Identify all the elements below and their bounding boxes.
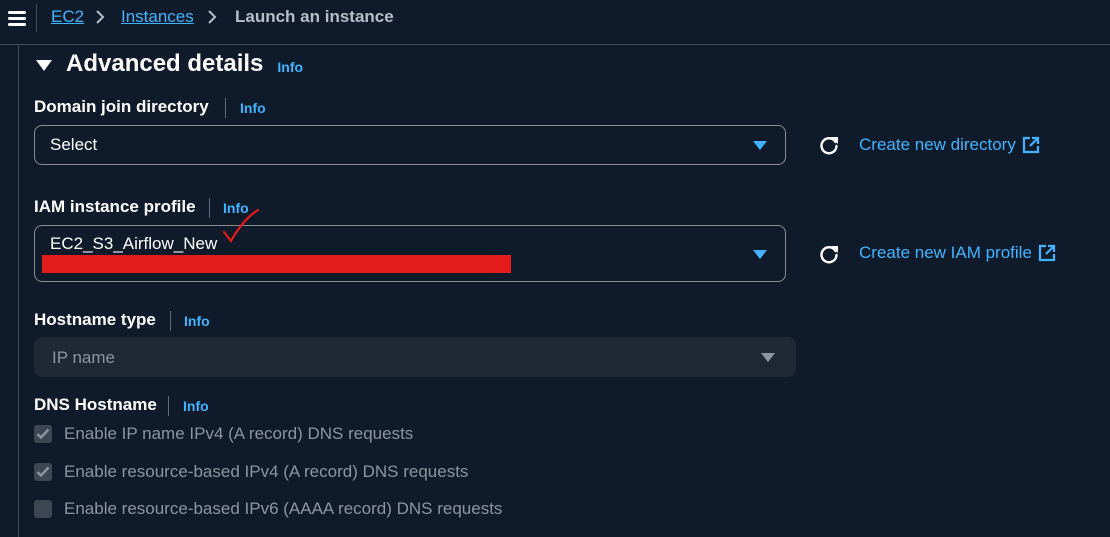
iam-profile-select[interactable]: EC2_S3_Airflow_New — [34, 225, 786, 282]
divider — [225, 98, 226, 118]
checkbox-label: Enable IP name IPv4 (A record) DNS reque… — [64, 424, 414, 443]
hostname-type-select: IP name — [34, 337, 796, 377]
check-icon — [36, 466, 50, 478]
breadcrumb-instances[interactable]: Instances — [121, 7, 194, 27]
dropdown-arrow-icon — [753, 250, 767, 259]
check-icon — [36, 428, 50, 440]
select-value: EC2_S3_Airflow_New — [50, 234, 218, 253]
checkbox — [34, 463, 52, 481]
create-directory-label: Create new directory — [859, 135, 1016, 154]
hostname-type-label: Hostname type — [34, 310, 156, 329]
dropdown-arrow-icon — [753, 141, 767, 150]
advanced-details-header: Advanced details Info — [36, 50, 303, 78]
checkbox-label: Enable resource-based IPv4 (A record) DN… — [64, 462, 469, 481]
redaction-bar — [42, 255, 511, 273]
handwritten-check-mark-icon — [222, 208, 260, 244]
refresh-icon[interactable] — [818, 134, 840, 156]
divider — [209, 198, 210, 218]
chevron-right-icon — [208, 10, 217, 24]
breadcrumb-ec2[interactable]: EC2 — [51, 7, 84, 27]
divider — [170, 311, 171, 331]
dns-hostname-label: DNS Hostname — [34, 395, 157, 414]
dns-option-ipv4-resource: Enable resource-based IPv4 (A record) DN… — [34, 462, 468, 482]
divider — [36, 4, 37, 32]
chevron-right-icon — [96, 10, 105, 24]
dns-option-ipv6-resource: Enable resource-based IPv6 (AAAA record)… — [34, 499, 502, 519]
create-iam-profile-label: Create new IAM profile — [859, 243, 1032, 262]
checkbox — [34, 425, 52, 443]
dns-hostname-info-link[interactable]: Info — [183, 398, 209, 414]
create-directory-link[interactable]: Create new directory — [859, 135, 1040, 155]
create-iam-profile-link[interactable]: Create new IAM profile — [859, 243, 1056, 263]
domain-join-info-link[interactable]: Info — [240, 100, 266, 116]
hamburger-menu-icon[interactable] — [4, 4, 30, 32]
section-border — [18, 44, 19, 537]
select-value: Select — [50, 135, 98, 154]
iam-profile-label: IAM instance profile — [34, 197, 196, 216]
refresh-icon[interactable] — [818, 243, 840, 265]
domain-join-select[interactable]: Select — [34, 125, 786, 165]
dropdown-arrow-icon — [761, 353, 775, 362]
checkbox-label: Enable resource-based IPv6 (AAAA record)… — [64, 499, 503, 518]
caret-down-icon[interactable] — [36, 59, 52, 71]
divider — [168, 396, 169, 416]
breadcrumb-current: Launch an instance — [235, 7, 394, 26]
checkbox — [34, 500, 52, 518]
section-info-link[interactable]: Info — [277, 59, 303, 75]
top-navigation-bar: EC2 Instances Launch an instance — [0, 0, 1110, 45]
dns-option-ipv4-ip-name: Enable IP name IPv4 (A record) DNS reque… — [34, 424, 413, 444]
hostname-type-info-link[interactable]: Info — [184, 313, 210, 329]
section-title: Advanced details — [66, 50, 264, 77]
select-value: IP name — [52, 348, 116, 367]
external-link-icon — [1038, 244, 1056, 262]
domain-join-label: Domain join directory — [34, 97, 209, 116]
external-link-icon — [1022, 136, 1039, 154]
